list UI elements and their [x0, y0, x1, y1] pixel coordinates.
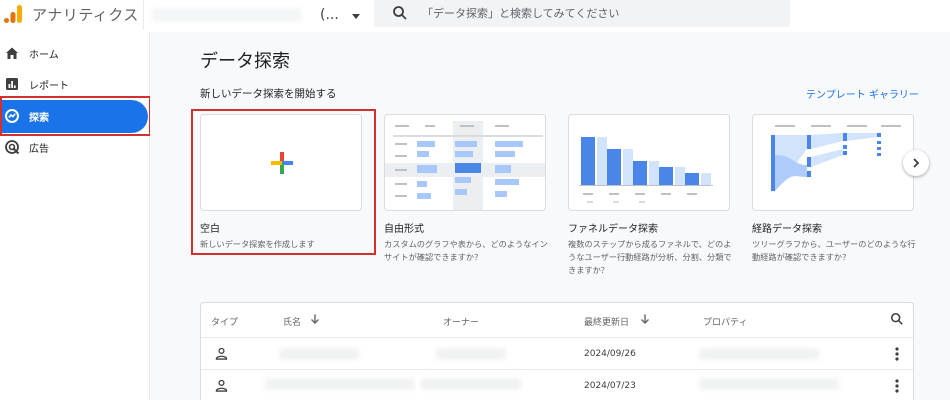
sidebar-item-label: 広告 [29, 144, 49, 155]
home-icon [6, 47, 18, 59]
next-templates-button[interactable] [903, 150, 929, 176]
freeform-table-illustration [385, 121, 545, 210]
card-description: 複数のステップから成るファネルで、どのようなユーザー行動経路が分析、分割、分類で… [568, 239, 732, 275]
column-header-last-modified[interactable]: 最終更新日 [584, 315, 629, 328]
property-redacted [699, 348, 819, 360]
card-description: ツリーグラフから、ユーザーのどのような行動経路が確認できますか？ [752, 239, 916, 262]
card-thumbnail[interactable] [384, 114, 546, 211]
table-row[interactable]: 2024/07/23 [201, 369, 913, 400]
more-vert-icon[interactable] [891, 378, 903, 394]
name-redacted [279, 348, 359, 360]
search-placeholder: 「データ探索」と検索してみてください [422, 7, 620, 20]
search-icon [393, 6, 407, 20]
column-header-property[interactable]: プロパティ [703, 315, 747, 328]
card-description: カスタムのグラフや表から、どのようなインサイトが確認できますか？ [384, 239, 548, 262]
card-title: ファネルデータ探索 [568, 224, 658, 235]
highlight-box-explore [0, 96, 151, 136]
card-title: 自由形式 [384, 224, 424, 235]
name-redacted [265, 378, 415, 390]
header-divider [143, 0, 144, 30]
top-bar: アナリティクス (... 「データ探索」と検索してみてください [0, 0, 950, 32]
template-gallery-link[interactable]: テンプレート ギャラリー [806, 86, 919, 101]
search-bar[interactable]: 「データ探索」と検索してみてください [374, 0, 790, 27]
analytics-logo-icon[interactable] [4, 4, 24, 24]
explorations-table: タイプ 氏名 オーナー 最終更新日 プロパティ 2024/09/26 2024/… [200, 302, 914, 400]
last-modified-date: 2024/07/23 [584, 381, 636, 391]
column-header-owner[interactable]: オーナー [443, 315, 479, 328]
account-selector[interactable]: (... [320, 7, 339, 23]
sidebar-item-label: レポート [29, 81, 69, 92]
highlight-box-blank-card [191, 109, 376, 255]
search-icon[interactable] [890, 312, 904, 326]
account-name-redacted [152, 8, 302, 22]
table-row[interactable]: 2024/09/26 [201, 337, 913, 369]
card-path[interactable]: 経路データ探索 ツリーグラフから、ユーザーのどのような行動経路が確認できますか？ [752, 114, 916, 264]
person-icon [215, 379, 228, 392]
more-vert-icon[interactable] [891, 346, 903, 362]
chevron-right-icon [913, 158, 920, 168]
advertising-icon [5, 140, 20, 155]
card-freeform[interactable]: 自由形式 カスタムのグラフや表から、どのようなインサイトが確認できますか？ [384, 114, 548, 264]
owner-redacted [436, 348, 506, 360]
arrow-down-icon[interactable] [639, 313, 651, 325]
column-header-name[interactable]: 氏名 [283, 315, 301, 328]
card-funnel[interactable]: ファネルデータ探索 複数のステップから成るファネルで、どのようなユーザー行動経路… [568, 114, 732, 277]
person-icon [215, 347, 228, 360]
sidebar: ホーム レポート 探索 広告 [0, 32, 150, 400]
owner-redacted [421, 378, 521, 390]
funnel-chart-illustration [579, 137, 713, 203]
card-thumbnail[interactable] [752, 114, 914, 211]
app-title: アナリティクス [32, 6, 139, 24]
reports-icon [6, 78, 18, 90]
path-tree-illustration [771, 125, 901, 191]
last-modified-date: 2024/09/26 [584, 349, 636, 359]
card-thumbnail[interactable] [568, 114, 730, 211]
arrow-down-icon[interactable] [309, 313, 321, 325]
caret-down-icon[interactable] [352, 14, 360, 19]
property-redacted [699, 378, 839, 390]
card-title: 経路データ探索 [752, 224, 822, 235]
main-content: データ探索 新しいデータ探索を開始する テンプレート ギャラリー 空白 新しいデ… [150, 32, 950, 400]
sidebar-item-label: ホーム [29, 50, 59, 61]
sidebar-item-home[interactable]: ホーム [0, 37, 148, 70]
section-title: 新しいデータ探索を開始する [200, 88, 337, 100]
column-header-type[interactable]: タイプ [211, 315, 238, 328]
page-title: データ探索 [200, 51, 290, 72]
